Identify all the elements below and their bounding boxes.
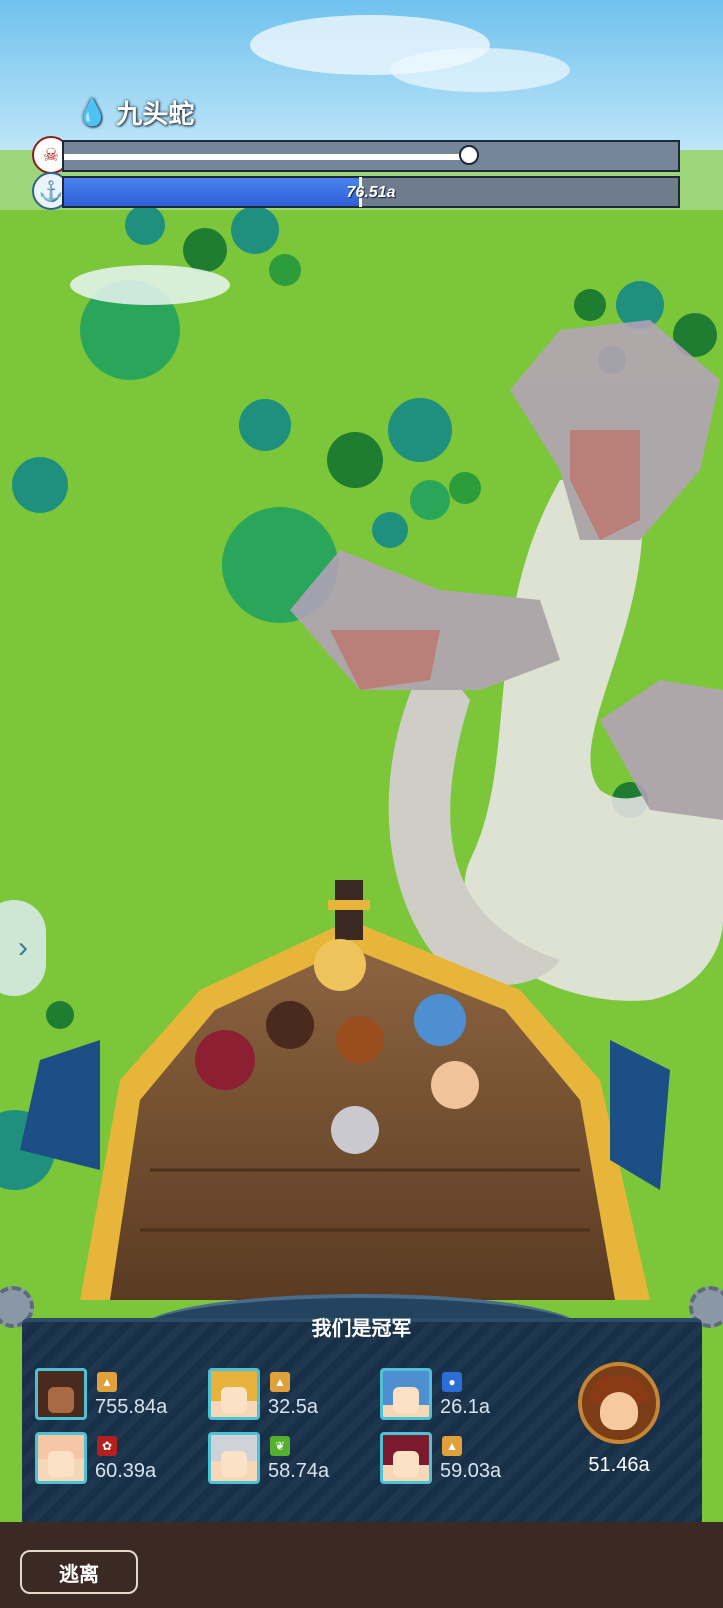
wind-element-icon: ❦ [270, 1436, 290, 1456]
leader-portrait-icon[interactable] [578, 1362, 660, 1444]
boss-name-label: 💧 九头蛇 [76, 94, 194, 131]
hero-slot[interactable]: ✿ 60.39a [35, 1430, 195, 1486]
hero-damage: 26.1a [440, 1396, 491, 1418]
hero-slot[interactable]: ▲ 755.84a [35, 1366, 195, 1422]
hero-portrait-blonde [208, 1368, 260, 1420]
water-drop-icon: 💧 [76, 97, 109, 127]
hero-portrait-bunny-girl [35, 1432, 87, 1484]
hero-slot[interactable]: ▲ 59.03a [380, 1430, 540, 1486]
hero-damage: 60.39a [95, 1460, 157, 1482]
team-title: 我们是冠军 [311, 1318, 412, 1340]
hero-damage: 58.74a [268, 1460, 330, 1482]
hero-portrait-red-hair [380, 1432, 432, 1484]
hero-slot[interactable]: ▲ 32.5a [208, 1366, 368, 1422]
boss-name: 九头蛇 [116, 99, 195, 129]
clock-icon [459, 145, 479, 165]
chevron-right-icon: › [18, 931, 28, 964]
hero-portrait-dark-hair [35, 1368, 87, 1420]
side-panel-toggle[interactable]: › [0, 900, 46, 996]
hero-damage: 32.5a [268, 1396, 319, 1418]
hero-slot[interactable]: ❦ 58.74a [208, 1430, 368, 1486]
fire-element-icon: ✿ [97, 1436, 117, 1456]
battle-timer-bar: 76.51a [62, 176, 680, 208]
hero-damage: 59.03a [440, 1460, 502, 1482]
timer-text: 76.51a [346, 184, 396, 201]
fire-element-icon: ▲ [97, 1372, 117, 1392]
water-element-icon: ● [442, 1372, 462, 1392]
leader-damage: 51.46a [588, 1454, 650, 1476]
boss-hp-bar [62, 140, 680, 172]
hero-portrait-blue-hair [380, 1368, 432, 1420]
boss-hp-line [64, 154, 469, 160]
hero-damage: 755.84a [95, 1396, 168, 1418]
fire-element-icon: ▲ [270, 1372, 290, 1392]
escape-button[interactable]: 逃离 [20, 1550, 138, 1594]
hero-slot[interactable]: ● 26.1a [380, 1366, 540, 1422]
fire-element-icon: ▲ [442, 1436, 462, 1456]
hero-portrait-silver-hair [208, 1432, 260, 1484]
